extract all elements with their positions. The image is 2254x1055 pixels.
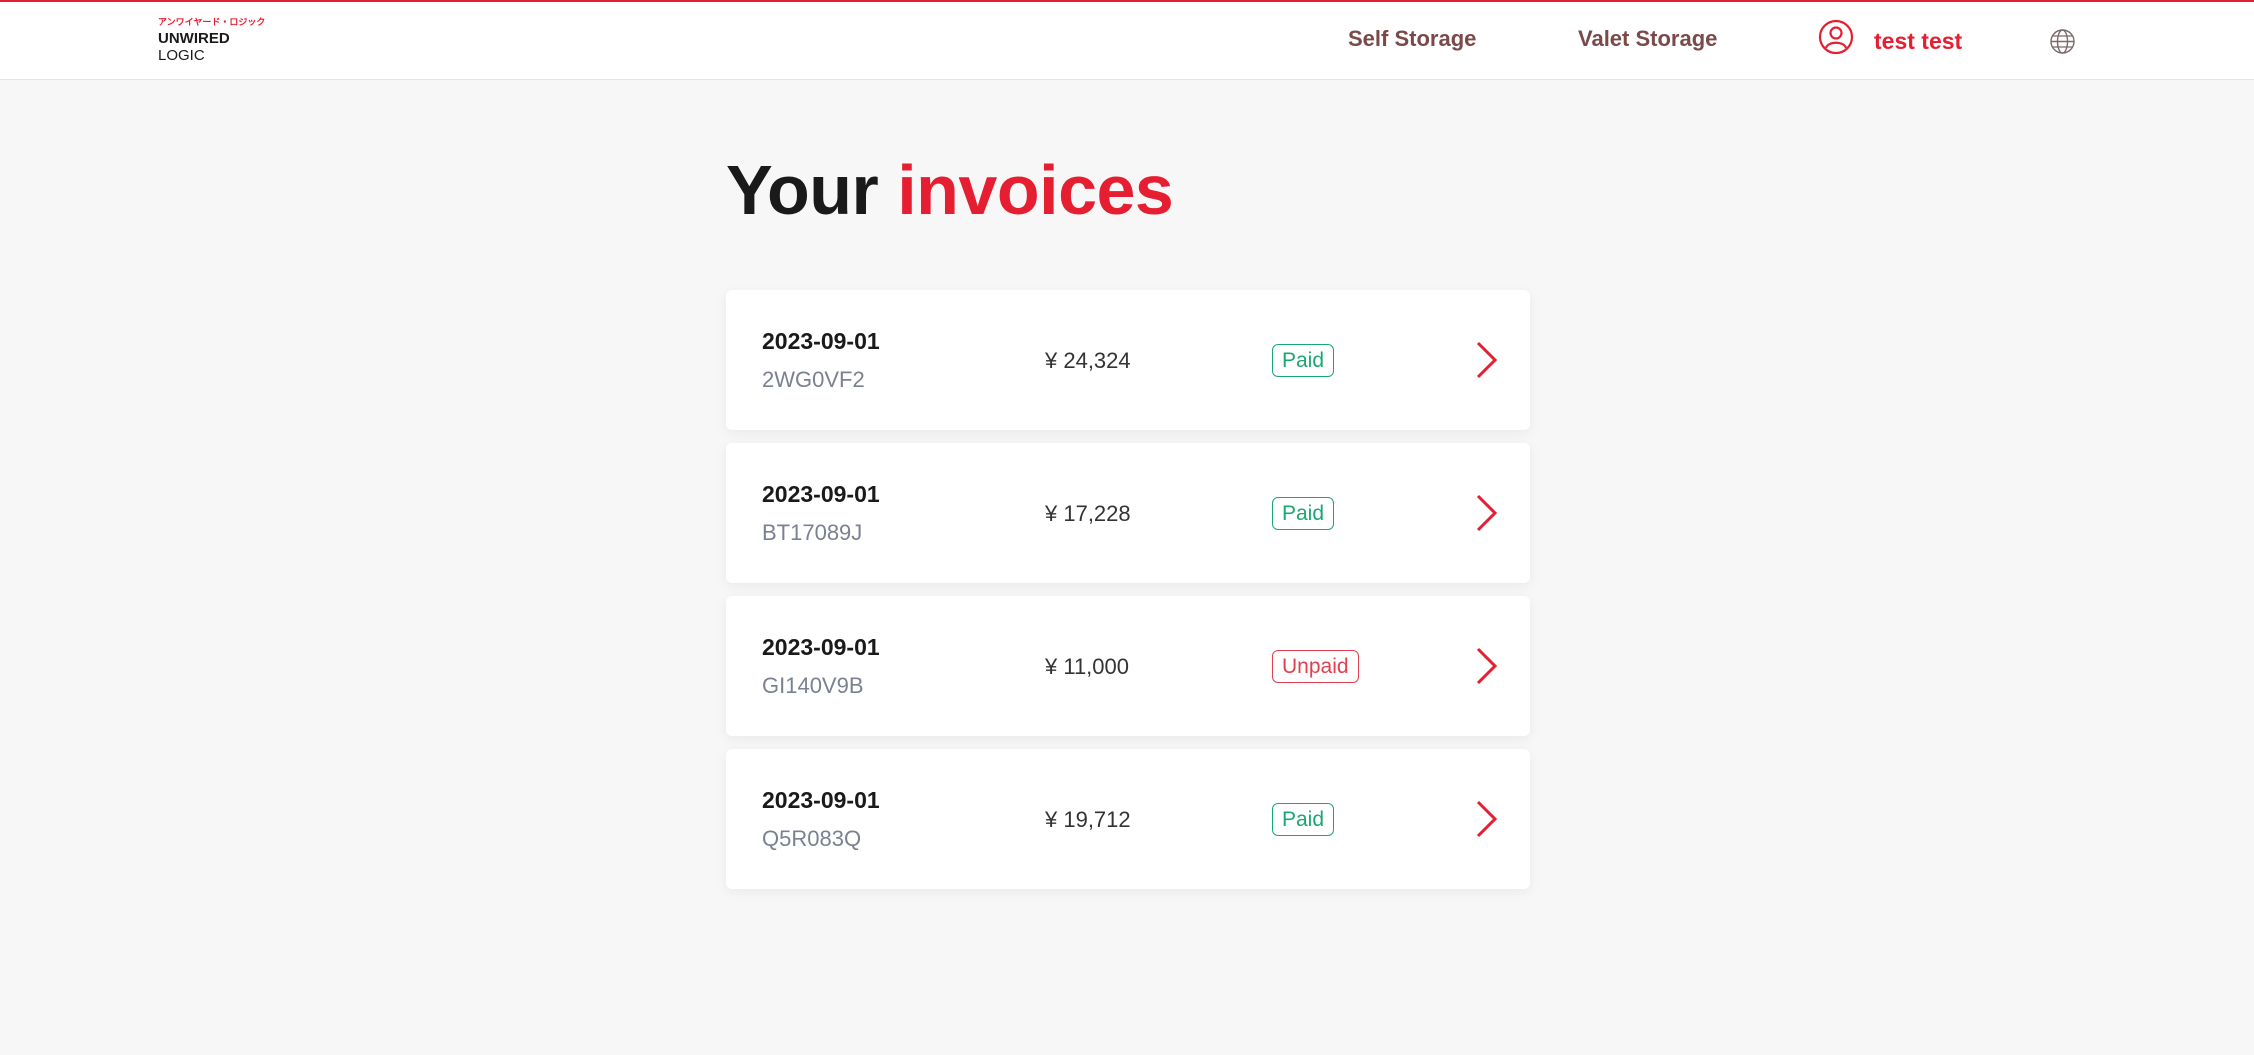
user-circle-icon bbox=[1818, 19, 1854, 55]
invoice-date: 2023-09-01 bbox=[762, 787, 880, 813]
invoice-number: 2WG0VF2 bbox=[762, 367, 865, 392]
invoice-number: GI140V9B bbox=[762, 673, 864, 698]
logo-main-text: UNWIRED bbox=[158, 30, 230, 47]
invoice-date: 2023-09-01 bbox=[762, 481, 880, 507]
logo-japanese-text: アンワイヤード・ロジック bbox=[158, 17, 266, 27]
invoice-amount: ¥ 24,324 bbox=[1045, 348, 1131, 373]
invoice-amount: ¥ 11,000 bbox=[1045, 654, 1130, 679]
invoice-row[interactable]: 2023-09-01 GI140V9B ¥ 11,000 Unpaid bbox=[726, 596, 1530, 736]
page-title-prefix: Your bbox=[726, 151, 879, 229]
invoice-row[interactable]: 2023-09-01 Q5R083Q ¥ 19,712 Paid bbox=[726, 749, 1530, 889]
invoice-amount: ¥ 17,228 bbox=[1045, 501, 1131, 526]
page-title-accent: invoices bbox=[897, 151, 1174, 229]
chevron-right-icon[interactable] bbox=[1474, 799, 1500, 839]
nav-self-storage[interactable]: Self Storage bbox=[1348, 26, 1476, 52]
user-name: test test bbox=[1874, 27, 1963, 54]
globe-icon[interactable] bbox=[2049, 28, 2076, 55]
status-badge: Unpaid bbox=[1272, 650, 1359, 683]
page-title: Your invoices bbox=[726, 150, 1174, 230]
status-badge: Paid bbox=[1272, 344, 1335, 377]
brand-logo[interactable]: アンワイヤード・ロジック UNWIRED LOGIC bbox=[158, 17, 266, 64]
invoice-number: Q5R083Q bbox=[762, 826, 862, 851]
invoice-list: 2023-09-01 2WG0VF2 ¥ 24,324 Paid 2023-09… bbox=[726, 290, 1530, 902]
invoice-number: BT17089J bbox=[762, 520, 863, 545]
invoice-date: 2023-09-01 bbox=[762, 328, 880, 354]
invoice-row[interactable]: 2023-09-01 2WG0VF2 ¥ 24,324 Paid bbox=[726, 290, 1530, 430]
invoice-row[interactable]: 2023-09-01 BT17089J ¥ 17,228 Paid bbox=[726, 443, 1530, 583]
chevron-right-icon[interactable] bbox=[1474, 340, 1500, 380]
chevron-right-icon[interactable] bbox=[1474, 493, 1500, 533]
status-badge: Paid bbox=[1272, 497, 1335, 530]
chevron-right-icon[interactable] bbox=[1474, 646, 1500, 686]
status-badge: Paid bbox=[1272, 803, 1335, 836]
nav-valet-storage[interactable]: Valet Storage bbox=[1578, 26, 1717, 52]
logo-sub-text: LOGIC bbox=[158, 47, 205, 64]
invoice-amount: ¥ 19,712 bbox=[1045, 807, 1131, 832]
invoice-date: 2023-09-01 bbox=[762, 634, 880, 660]
user-menu[interactable]: test test bbox=[1818, 19, 1962, 55]
top-navigation-bar: アンワイヤード・ロジック UNWIRED LOGIC Self Storage … bbox=[0, 0, 2254, 80]
